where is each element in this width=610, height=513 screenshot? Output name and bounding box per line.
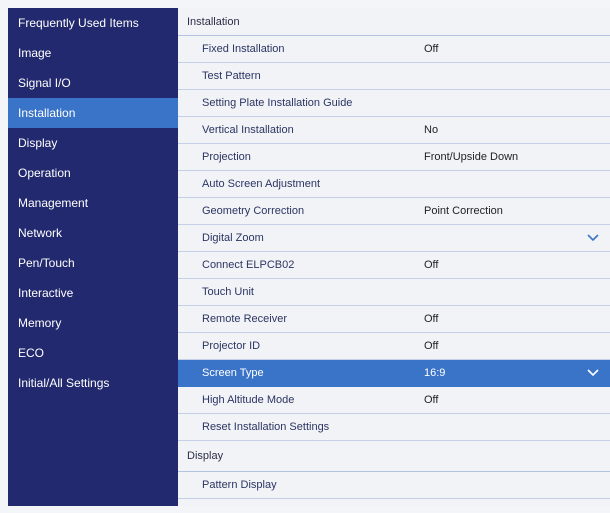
menu-row-geometry-correction[interactable]: Geometry Correction Point Correction — [178, 198, 610, 225]
sidebar-item-image[interactable]: Image — [8, 38, 178, 68]
menu-row-touch-unit[interactable]: Touch Unit — [178, 279, 610, 306]
row-label: Digital Zoom — [202, 232, 264, 244]
row-label: Reset Installation Settings — [202, 421, 330, 433]
menu-row-connect-elpcb02[interactable]: Connect ELPCB02 Off — [178, 252, 610, 279]
sidebar-item-signal-io[interactable]: Signal I/O — [8, 68, 178, 98]
menu-row-auto-screen-adjustment[interactable]: Auto Screen Adjustment — [178, 171, 610, 198]
sidebar-item-memory[interactable]: Memory — [8, 308, 178, 338]
row-label: Test Pattern — [202, 70, 261, 82]
row-label: Projection — [202, 151, 251, 163]
sidebar-item-display[interactable]: Display — [8, 128, 178, 158]
row-label: Screen Type — [202, 367, 264, 379]
menu-row-test-pattern[interactable]: Test Pattern — [178, 63, 610, 90]
chevron-down-icon[interactable] — [586, 225, 600, 252]
row-value: Off — [424, 340, 439, 352]
settings-content: Installation Fixed Installation Off Test… — [178, 8, 610, 506]
sidebar-menu: Frequently Used Items Image Signal I/O I… — [8, 8, 178, 506]
sidebar-item-network[interactable]: Network — [8, 218, 178, 248]
row-label: Setting Plate Installation Guide — [202, 97, 353, 109]
menu-row-projector-id[interactable]: Projector ID Off — [178, 333, 610, 360]
menu-row-remote-receiver[interactable]: Remote Receiver Off — [178, 306, 610, 333]
menu-row-setting-plate-guide[interactable]: Setting Plate Installation Guide — [178, 90, 610, 117]
row-value: 16:9 — [424, 367, 446, 379]
row-label: Connect ELPCB02 — [202, 259, 295, 271]
sidebar-item-installation[interactable]: Installation — [8, 98, 178, 128]
settings-window: Frequently Used Items Image Signal I/O I… — [0, 0, 610, 513]
menu-row-fixed-installation[interactable]: Fixed Installation Off — [178, 36, 610, 63]
row-value: Off — [424, 394, 439, 406]
row-value: Off — [424, 43, 439, 55]
row-label: Projector ID — [202, 340, 261, 352]
menu-row-vertical-installation[interactable]: Vertical Installation No — [178, 117, 610, 144]
row-value: Point Correction — [424, 205, 503, 217]
menu-row-reset-installation-settings[interactable]: Reset Installation Settings — [178, 414, 610, 441]
row-value: Front/Upside Down — [424, 151, 519, 163]
row-label: Vertical Installation — [202, 124, 294, 136]
sidebar-item-frequently-used[interactable]: Frequently Used Items — [8, 8, 178, 38]
sidebar-item-management[interactable]: Management — [8, 188, 178, 218]
row-value: No — [424, 124, 439, 136]
sidebar-item-operation[interactable]: Operation — [8, 158, 178, 188]
sidebar-item-pen-touch[interactable]: Pen/Touch — [8, 248, 178, 278]
menu-row-high-altitude-mode[interactable]: High Altitude Mode Off — [178, 387, 610, 414]
row-label: High Altitude Mode — [202, 394, 295, 406]
chevron-down-icon[interactable] — [586, 360, 600, 387]
sidebar-item-eco[interactable]: ECO — [8, 338, 178, 368]
row-label: Auto Screen Adjustment — [202, 178, 321, 190]
row-value: Off — [424, 313, 439, 325]
row-label: Fixed Installation — [202, 43, 285, 55]
section-header-installation: Installation — [178, 8, 610, 36]
sidebar-item-interactive[interactable]: Interactive — [8, 278, 178, 308]
row-label: Remote Receiver — [202, 313, 287, 325]
sidebar-item-initial-all-settings[interactable]: Initial/All Settings — [8, 368, 178, 398]
row-label: Touch Unit — [202, 286, 254, 298]
row-label: Geometry Correction — [202, 205, 305, 217]
bottom-edge — [8, 506, 610, 513]
row-value: Off — [424, 259, 439, 271]
row-label: Pattern Display — [202, 479, 277, 491]
menu-row-pattern-display[interactable]: Pattern Display — [178, 472, 610, 499]
menu-row-projection[interactable]: Projection Front/Upside Down — [178, 144, 610, 171]
menu-row-screen-type[interactable]: Screen Type 16:9 — [178, 360, 610, 387]
menu-row-digital-zoom[interactable]: Digital Zoom — [178, 225, 610, 252]
section-header-display: Display — [178, 441, 610, 472]
